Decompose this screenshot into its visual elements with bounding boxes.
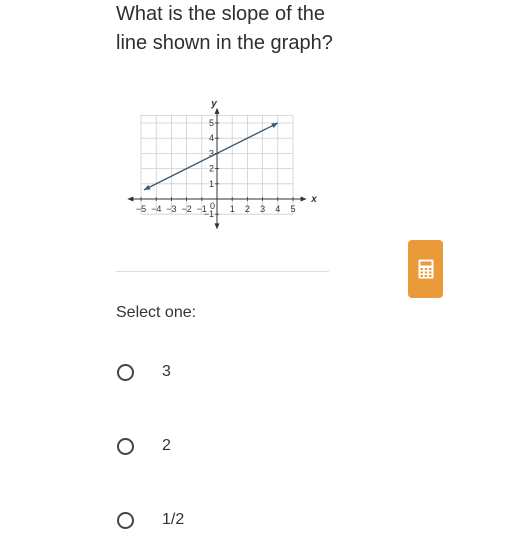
- answer-label: 2: [162, 437, 171, 454]
- x-tick-label: 3: [260, 204, 265, 214]
- x-tick-label: −2: [181, 204, 191, 214]
- answer-label: 3: [162, 363, 171, 380]
- question-text: What is the slope of the line shown in t…: [116, 3, 333, 54]
- y-tick-label: 1: [209, 179, 214, 189]
- select-one-label: Select one:: [116, 304, 197, 321]
- x-tick-label: 2: [245, 204, 250, 214]
- answer-option-3[interactable]: 3: [116, 363, 171, 381]
- y-axis-label: y: [210, 98, 217, 109]
- y-tick-label: 4: [209, 133, 214, 143]
- x-axis-arrow-right: [300, 196, 307, 202]
- x-tick-label: −3: [166, 204, 176, 214]
- x-tick-label: 5: [290, 204, 295, 214]
- y-tick-label: 2: [209, 164, 214, 174]
- calculator-icon: [418, 259, 433, 279]
- radio-button[interactable]: [117, 363, 134, 381]
- radio-button[interactable]: [117, 437, 134, 455]
- answer-option-1-2[interactable]: 1/2: [116, 511, 184, 529]
- origin-label: 0: [210, 201, 215, 211]
- answer-label: 1/2: [162, 511, 185, 528]
- x-axis-arrow-left: [127, 196, 134, 202]
- y-tick-label: 5: [209, 118, 214, 128]
- calculator-button[interactable]: [408, 240, 443, 298]
- x-tick-label: −5: [136, 204, 146, 214]
- x-axis-label: x: [310, 194, 317, 205]
- y-axis-arrow-down: [214, 223, 220, 230]
- radio-button[interactable]: [117, 511, 134, 529]
- x-tick-label: −4: [151, 204, 161, 214]
- x-tick-label: 4: [275, 204, 280, 214]
- line-graph: −5 −4 −3 −2 −1 1 2 3 4 512345−10xy: [127, 98, 317, 230]
- answer-option-2[interactable]: 2: [116, 437, 171, 455]
- x-tick-label: 1: [230, 204, 235, 214]
- divider: [116, 271, 329, 272]
